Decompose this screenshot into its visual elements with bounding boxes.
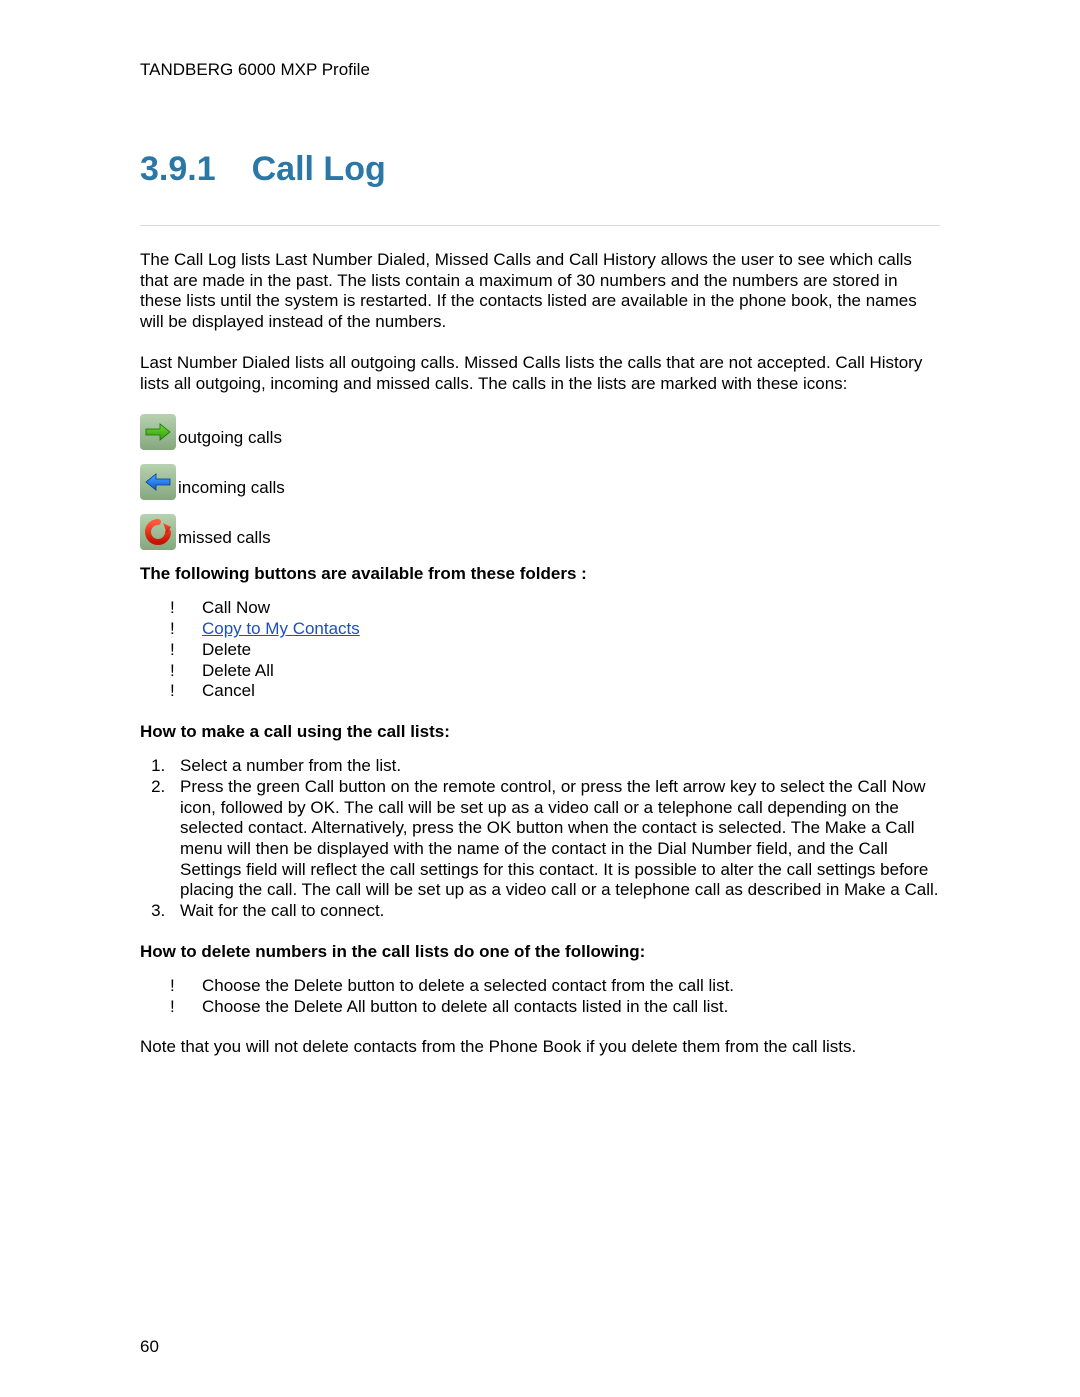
list-item: Choose the Delete All button to delete a…	[170, 997, 940, 1018]
available-buttons-list: Call Now Copy to My Contacts Delete Dele…	[140, 598, 940, 702]
list-item: Call Now	[170, 598, 940, 619]
note-paragraph: Note that you will not delete contacts f…	[140, 1037, 940, 1058]
section-number: 3.9.1	[140, 150, 216, 188]
outgoing-calls-icon	[140, 414, 176, 450]
section-title-text: Call Log	[252, 150, 386, 188]
outgoing-label: outgoing calls	[178, 428, 282, 450]
available-buttons-heading: The following buttons are available from…	[140, 564, 940, 584]
section-heading: 3.9.1 Call Log	[140, 150, 940, 189]
list-item: Delete	[170, 640, 940, 661]
list-item: Select a number from the list.	[170, 756, 940, 777]
list-item: Choose the Delete button to delete a sel…	[170, 976, 940, 997]
list-item: Cancel	[170, 681, 940, 702]
how-to-call-list: Select a number from the list. Press the…	[140, 756, 940, 922]
how-to-delete-list: Choose the Delete button to delete a sel…	[140, 976, 940, 1017]
missed-label: missed calls	[178, 528, 271, 550]
how-to-call-heading: How to make a call using the call lists:	[140, 722, 940, 742]
incoming-calls-icon	[140, 464, 176, 500]
list-item: Press the green Call button on the remot…	[170, 777, 940, 901]
copy-to-my-contacts-link[interactable]: Copy to My Contacts	[202, 619, 360, 638]
list-item: Delete All	[170, 661, 940, 682]
list-item: Copy to My Contacts	[170, 619, 940, 640]
missed-calls-icon	[140, 514, 176, 550]
icon-row-outgoing: outgoing calls	[140, 414, 940, 450]
incoming-label: incoming calls	[178, 478, 285, 500]
header-product: TANDBERG 6000 MXP Profile	[140, 60, 940, 80]
intro-paragraph-1: The Call Log lists Last Number Dialed, M…	[140, 250, 940, 333]
icon-row-incoming: incoming calls	[140, 464, 940, 500]
how-to-delete-heading: How to delete numbers in the call lists …	[140, 942, 940, 962]
list-item: Wait for the call to connect.	[170, 901, 940, 922]
intro-paragraph-2: Last Number Dialed lists all outgoing ca…	[140, 353, 940, 394]
document-page: TANDBERG 6000 MXP Profile 3.9.1Call Log …	[0, 0, 1080, 1397]
icon-row-missed: missed calls	[140, 514, 940, 550]
page-number: 60	[140, 1337, 159, 1357]
divider	[140, 225, 940, 226]
